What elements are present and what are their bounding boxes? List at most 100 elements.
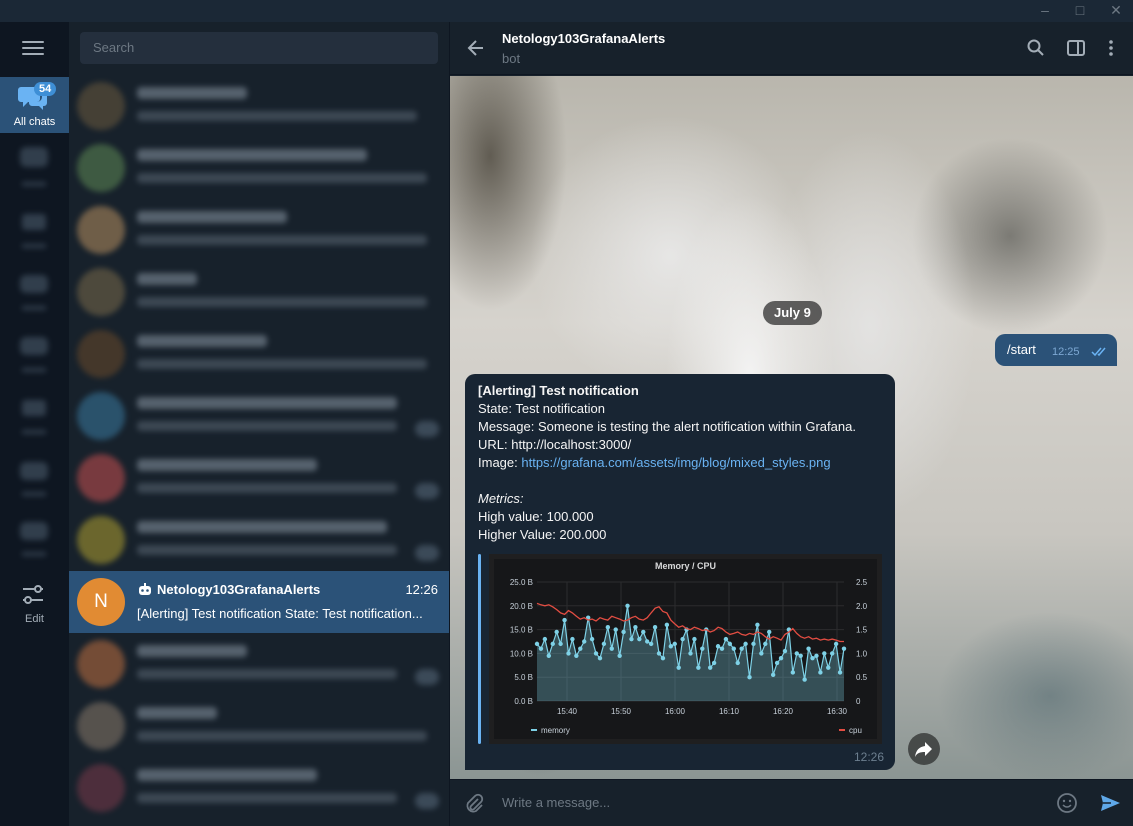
search-input[interactable]: Search [80,32,438,64]
y-tick-label-right: 0 [856,697,861,706]
outgoing-message[interactable]: /start 12:25 [995,334,1117,366]
memory-point [621,629,626,635]
grafana-chart: Memory / CPU 0.0 B 5.0 B 10.0 B 15.0 B 20.0 B… [494,559,877,739]
list-item[interactable] [69,509,449,571]
close-icon[interactable]: ✕ [1101,0,1131,22]
memory-point [617,653,622,658]
y-tick-label-right: 1.5 [856,626,868,635]
menu-icon[interactable] [22,41,44,55]
memory-point [597,655,603,661]
memory-point [680,636,685,642]
folder-sidebar: 54 All chats Edit [0,22,69,826]
image-link[interactable]: https://grafana.com/assets/img/blog/mixe… [521,455,830,470]
memory-point [711,660,717,666]
memory-point [664,622,670,628]
legend-label-memory: memory [541,726,570,735]
memory-point [833,641,839,647]
y-tick-label-left: 15.0 B [510,626,533,635]
list-item[interactable] [69,447,449,509]
list-item[interactable] [69,695,449,757]
memory-point [609,646,614,651]
memory-point [633,625,638,630]
message-time: 12:26 [853,750,884,764]
list-item[interactable] [69,757,449,819]
list-item[interactable] [69,323,449,385]
memory-point [593,651,599,656]
message-body: [Alerting] Test notification State: Test… [478,382,856,544]
memory-point [629,636,634,642]
more-options-icon[interactable] [1101,38,1121,58]
avatar: N [77,578,125,626]
memory-point [818,670,823,675]
memory-point [782,648,788,654]
memory-point [743,641,748,647]
memory-point [763,641,768,647]
message-input[interactable]: Write a message... [502,795,610,810]
memory-point [589,636,595,642]
list-item[interactable] [69,199,449,261]
y-tick-label-right: 2.0 [856,602,868,611]
sidebar-toggle-icon[interactable] [1066,38,1086,58]
chat-name: Netology103GrafanaAlerts [157,582,321,597]
x-tick-label: 16:30 [827,707,848,716]
edit-folders-icon[interactable] [21,584,45,606]
memory-point [613,627,618,632]
memory-point [542,636,548,642]
list-item[interactable] [69,385,449,447]
forward-button[interactable] [908,733,940,765]
memory-point [570,636,575,642]
list-item[interactable] [69,137,449,199]
memory-point [605,625,611,630]
memory-point [770,672,776,678]
search-icon[interactable] [1026,38,1046,58]
memory-point [735,660,740,666]
bot-icon [139,583,151,595]
y-tick-label-right: 1.0 [856,649,868,658]
send-icon[interactable] [1099,792,1121,814]
x-tick-label: 15:40 [557,707,578,716]
window-titlebar: – □ ✕ [0,0,1133,22]
chart-title: Memory / CPU [655,561,716,571]
chat-preview: [Alerting] Test notification State: Test… [137,606,423,621]
memory-point [578,646,583,651]
memory-point [550,641,555,647]
list-item[interactable] [69,75,449,137]
minimize-icon[interactable]: – [1030,0,1060,22]
list-item[interactable] [69,633,449,695]
chat-item-netology-bot[interactable]: N Netology103GrafanaAlerts 12:26 [Alerti… [69,571,449,633]
memory-point [648,641,654,647]
back-arrow-icon[interactable] [466,38,486,58]
memory-point [806,646,811,651]
memory-point [625,603,630,608]
incoming-message[interactable]: [Alerting] Test notification State: Test… [465,374,895,770]
memory-point [778,655,784,661]
attach-icon[interactable] [463,792,485,814]
memory-point [798,653,803,658]
memory-point [637,636,642,642]
memory-point [810,655,815,661]
date-separator: July 9 [763,301,822,325]
memory-point [826,665,831,670]
message-text: /start [1007,342,1036,357]
edit-label[interactable]: Edit [0,613,69,625]
memory-point [692,636,697,642]
memory-point [727,641,733,647]
chat-area: Netology103GrafanaAlerts bot July 9 /sta… [449,22,1133,826]
page-title[interactable]: Netology103GrafanaAlerts [502,31,665,46]
memory-point [829,651,835,656]
message-composer: Write a message... [450,779,1133,826]
read-checks-icon [1091,347,1106,357]
folder-all-chats[interactable]: 54 All chats [0,77,69,133]
y-tick-label-left: 5.0 B [514,673,533,682]
y-tick-label-left: 20.0 B [510,602,533,611]
memory-point [574,653,579,658]
memory-point [814,653,819,658]
list-item[interactable] [69,261,449,323]
y-tick-label-right: 0.5 [856,673,868,682]
maximize-icon[interactable]: □ [1065,0,1095,22]
memory-point [538,646,544,651]
emoji-icon[interactable] [1056,792,1078,814]
memory-point [688,651,693,656]
link-preview-image[interactable]: Memory / CPU 0.0 B 5.0 B 10.0 B 15.0 B 20.0 B… [489,554,882,744]
memory-point [546,653,552,658]
